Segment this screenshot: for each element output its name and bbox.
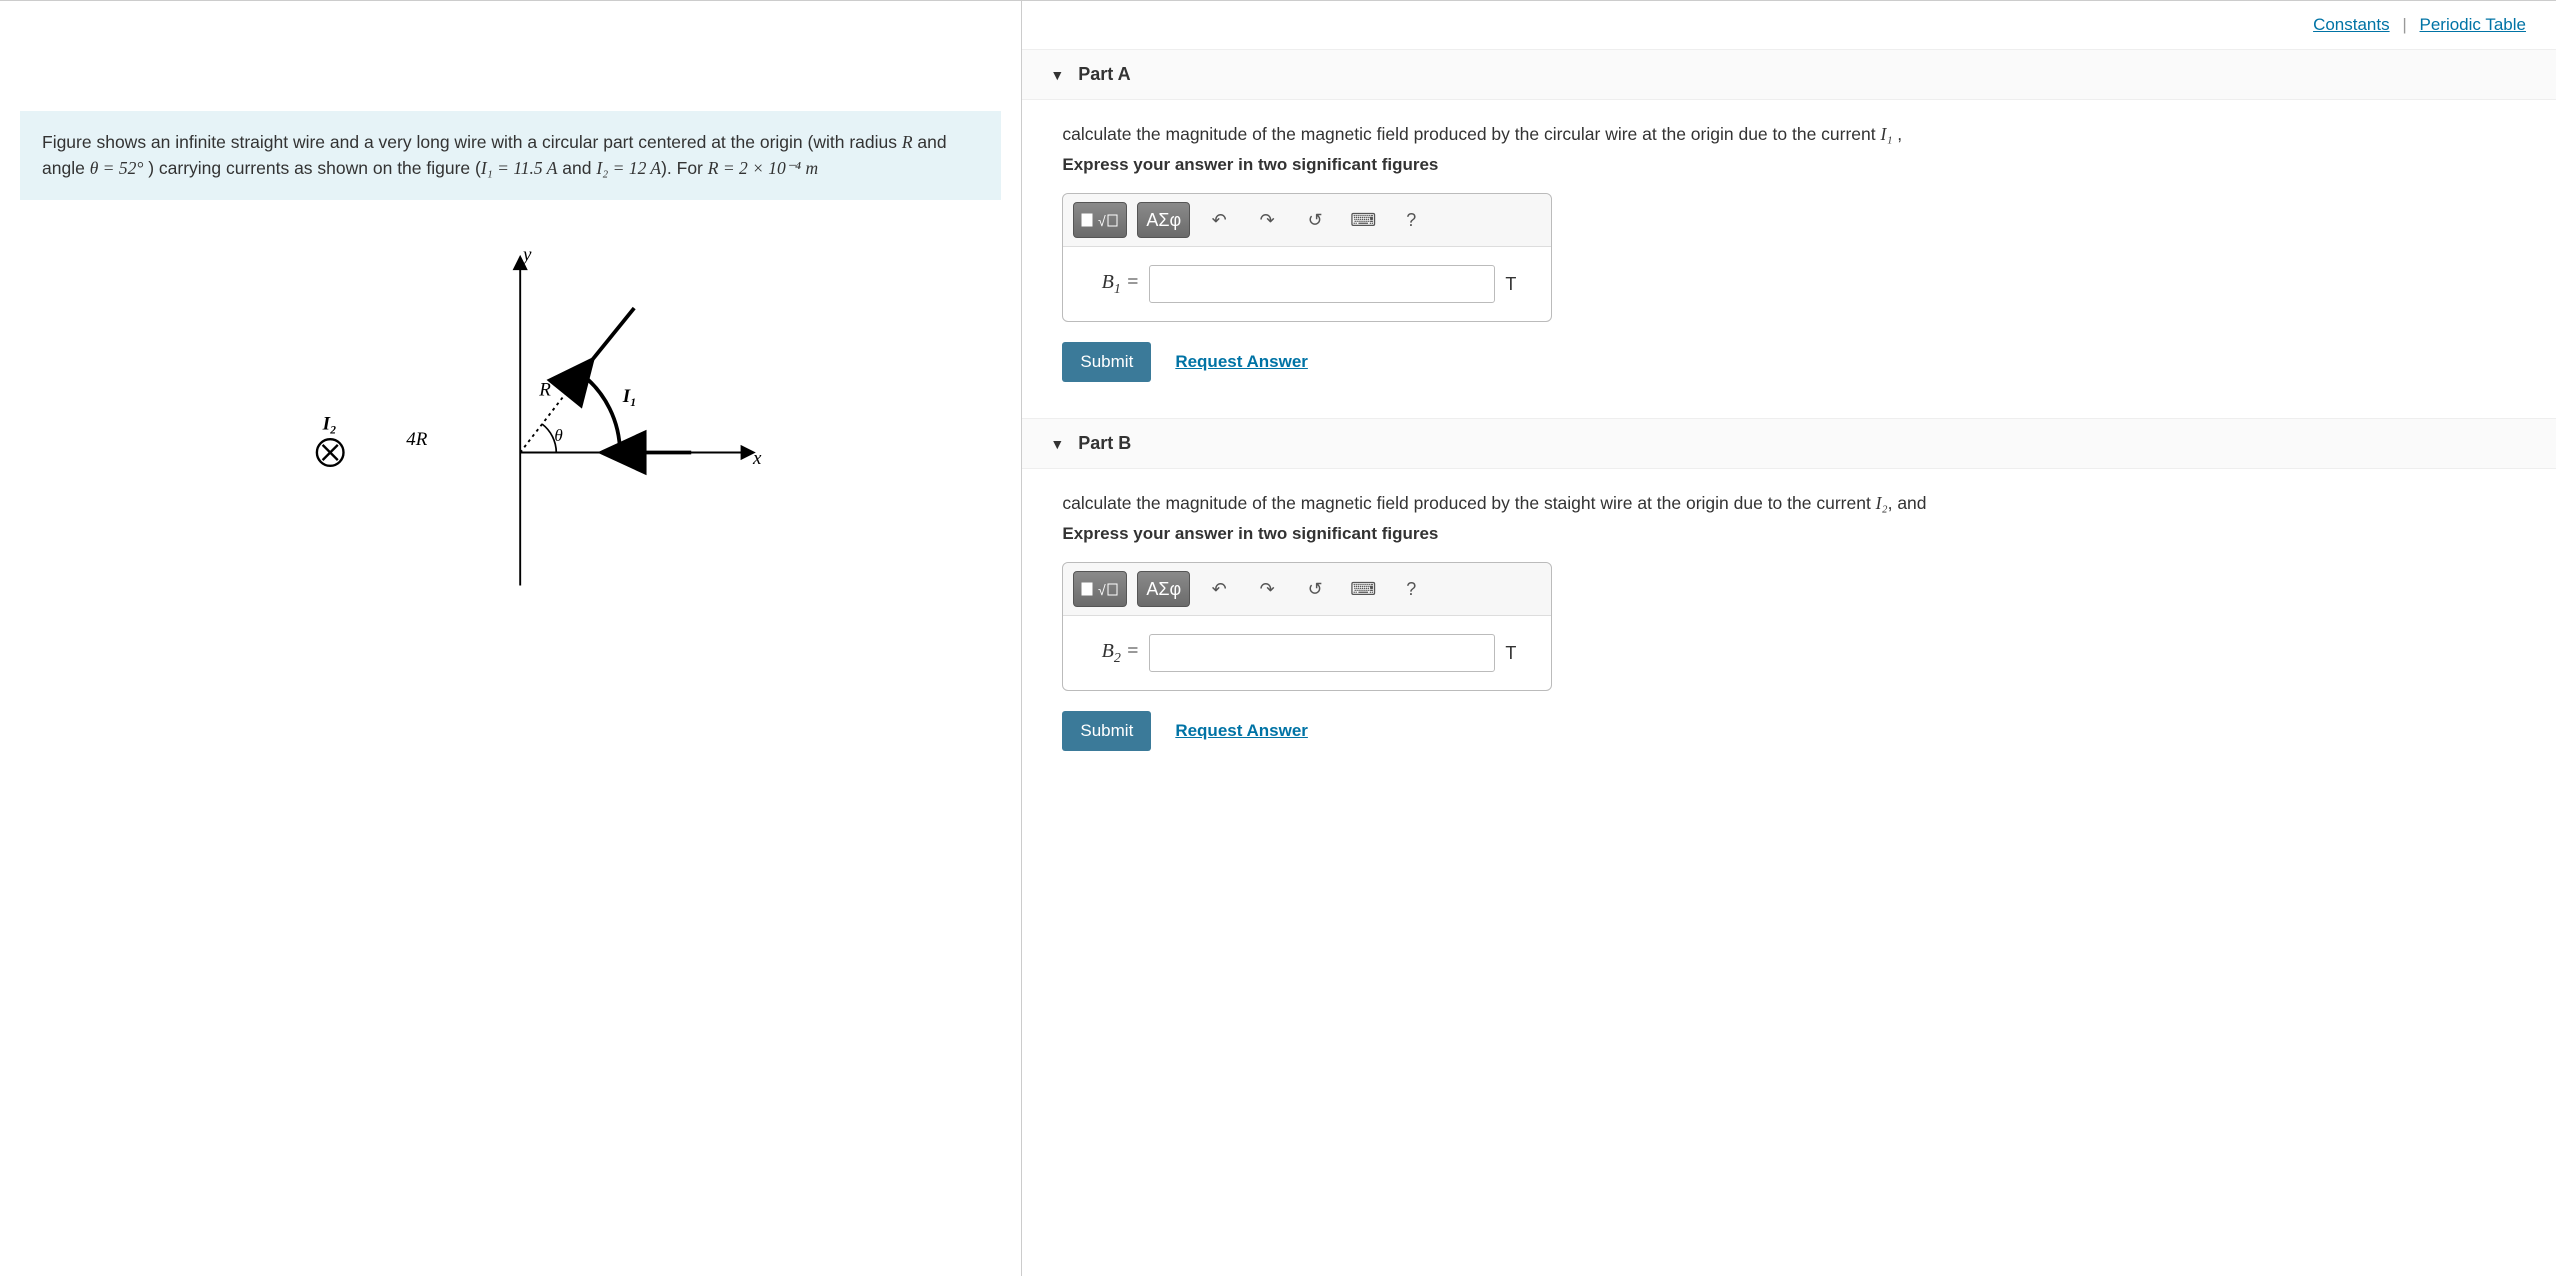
figure-box: y x I₂ 4R R θ I₁ [20, 214, 1001, 639]
request-answer-link[interactable]: Request Answer [1175, 352, 1308, 372]
figure-svg: y x I₂ 4R R θ I₁ [40, 234, 981, 614]
part-b-body: calculate the magnitude of the magnetic … [1022, 469, 2556, 787]
svg-text:√: √ [1098, 582, 1106, 598]
prompt-text: calculate the magnitude of the magnetic … [1062, 124, 1880, 144]
keyboard-icon[interactable]: ⌨ [1344, 571, 1382, 607]
svg-text:θ: θ [554, 426, 562, 445]
submit-row: Submit Request Answer [1062, 711, 2516, 751]
redo-icon[interactable]: ↷ [1248, 571, 1286, 607]
part-a-header[interactable]: ▼ Part A [1022, 49, 2556, 100]
prompt-var: I₂ [1876, 493, 1888, 513]
svg-text:√: √ [1098, 213, 1106, 229]
svg-text:R: R [538, 379, 551, 400]
problem-statement-box: Figure shows an infinite straight wire a… [20, 111, 1001, 200]
answer-label: B1 = [1079, 271, 1139, 298]
prompt-text: , and [1888, 493, 1927, 513]
svg-text:y: y [521, 244, 532, 265]
template-button[interactable]: √ [1073, 571, 1127, 607]
answer-label: B2 = [1079, 640, 1139, 667]
part-a-body: calculate the magnitude of the magnetic … [1022, 100, 2556, 418]
var-Req: R = 2 × 10⁻⁴ m [708, 158, 818, 178]
help-icon[interactable]: ? [1392, 202, 1430, 238]
problem-text-segment: ) carrying currents as shown on the figu… [143, 158, 481, 178]
problem-text-segment: Figure shows an infinite straight wire a… [42, 132, 902, 152]
reset-icon[interactable]: ↺ [1296, 202, 1334, 238]
equation-toolbar: √ ΑΣφ ↶ ↷ ↺ ⌨ ? [1063, 563, 1551, 616]
part-b-prompt: calculate the magnitude of the magnetic … [1062, 493, 2516, 514]
answer-input-b1[interactable] [1149, 265, 1495, 303]
part-b-instruction: Express your answer in two significant f… [1062, 524, 2516, 544]
answer-unit: T [1505, 274, 1535, 295]
submit-row: Submit Request Answer [1062, 342, 2516, 382]
request-answer-link[interactable]: Request Answer [1175, 721, 1308, 741]
left-column: Figure shows an infinite straight wire a… [0, 1, 1022, 1276]
constants-link[interactable]: Constants [2313, 15, 2390, 34]
undo-icon[interactable]: ↶ [1200, 571, 1238, 607]
redo-icon[interactable]: ↷ [1248, 202, 1286, 238]
problem-text-segment: ). For [661, 158, 708, 178]
template-button[interactable]: √ [1073, 202, 1127, 238]
part-a-answer-panel: √ ΑΣφ ↶ ↷ ↺ ⌨ ? B1 = T [1062, 193, 1552, 322]
part-a-title: Part A [1078, 64, 1130, 85]
prompt-text: calculate the magnitude of the magnetic … [1062, 493, 1875, 513]
help-icon[interactable]: ? [1392, 571, 1430, 607]
var-R: R [902, 132, 913, 152]
svg-text:4R: 4R [406, 428, 428, 449]
keyboard-icon[interactable]: ⌨ [1344, 202, 1382, 238]
periodic-table-link[interactable]: Periodic Table [2420, 15, 2526, 34]
equation-toolbar: √ ΑΣφ ↶ ↷ ↺ ⌨ ? [1063, 194, 1551, 247]
submit-button[interactable]: Submit [1062, 342, 1151, 382]
part-b-title: Part B [1078, 433, 1131, 454]
problem-text: Figure shows an infinite straight wire a… [42, 129, 979, 182]
submit-button[interactable]: Submit [1062, 711, 1151, 751]
greek-button[interactable]: ΑΣφ [1137, 571, 1190, 607]
undo-icon[interactable]: ↶ [1200, 202, 1238, 238]
part-b-answer-panel: √ ΑΣφ ↶ ↷ ↺ ⌨ ? B2 = T [1062, 562, 1552, 691]
reset-icon[interactable]: ↺ [1296, 571, 1334, 607]
link-separator: | [2402, 15, 2406, 34]
svg-text:I₁: I₁ [622, 386, 637, 407]
answer-row: B2 = T [1063, 616, 1551, 690]
collapse-icon: ▼ [1050, 436, 1064, 452]
problem-text-segment: and [557, 158, 596, 178]
var-I2: I₂ = 12 A [596, 158, 661, 178]
collapse-icon: ▼ [1050, 67, 1064, 83]
main-container: Figure shows an infinite straight wire a… [0, 0, 2556, 1276]
top-links: Constants | Periodic Table [1022, 1, 2556, 49]
svg-text:I₂: I₂ [322, 413, 337, 434]
right-column: Constants | Periodic Table ▼ Part A calc… [1022, 1, 2556, 1276]
var-I1: I₁ = 11.5 A [481, 158, 558, 178]
part-a-instruction: Express your answer in two significant f… [1062, 155, 2516, 175]
answer-row: B1 = T [1063, 247, 1551, 321]
svg-text:x: x [752, 447, 762, 468]
part-a-prompt: calculate the magnitude of the magnetic … [1062, 124, 2516, 145]
answer-unit: T [1505, 643, 1535, 664]
var-theta: θ = 52° [90, 158, 144, 178]
greek-button[interactable]: ΑΣφ [1137, 202, 1190, 238]
prompt-text: , [1892, 124, 1902, 144]
prompt-var: I₁ [1881, 124, 1893, 144]
answer-input-b2[interactable] [1149, 634, 1495, 672]
part-b-header[interactable]: ▼ Part B [1022, 418, 2556, 469]
